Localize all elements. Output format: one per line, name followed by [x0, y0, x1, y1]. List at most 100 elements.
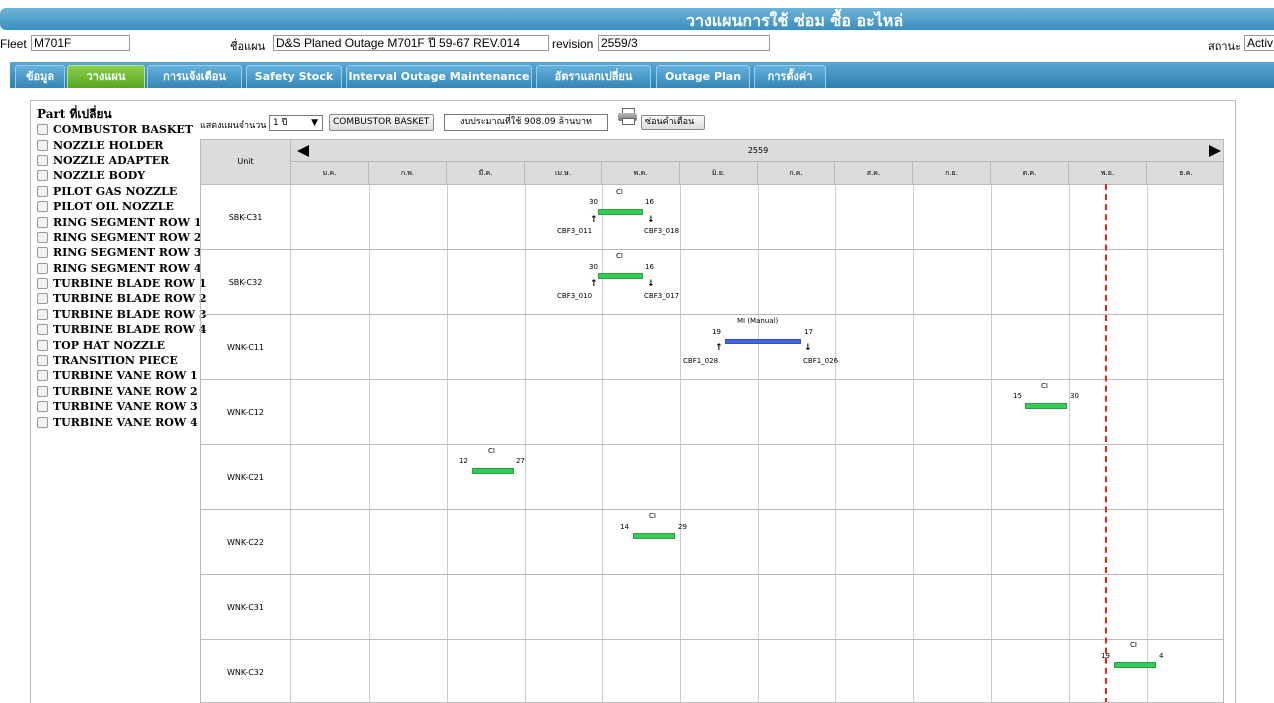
revision-field[interactable] [598, 35, 770, 51]
part-item[interactable]: RING SEGMENT ROW 2 [37, 230, 201, 245]
checkbox[interactable] [37, 154, 48, 166]
part-item[interactable]: RING SEGMENT ROW 3 [37, 245, 201, 260]
part-item[interactable]: NOZZLE ADAPTER [37, 153, 197, 168]
status-field[interactable] [1244, 35, 1274, 51]
part-item[interactable]: NOZZLE BODY [37, 168, 197, 183]
next-arrow-icon[interactable] [1209, 145, 1221, 157]
part-item[interactable]: TURBINE BLADE ROW 2 [37, 291, 207, 306]
row-divider [201, 249, 1223, 250]
years-select[interactable]: 1 ปี ▼ [269, 115, 323, 131]
unit-label: WNK-C31 [227, 603, 264, 612]
checkbox[interactable] [37, 324, 48, 336]
checkbox[interactable] [37, 170, 48, 182]
checkbox[interactable] [37, 308, 48, 320]
tab-safety-stock[interactable]: Safety Stock [246, 65, 342, 88]
year-header: 2559 [291, 140, 1223, 162]
event-start-day: 30 [589, 263, 598, 271]
event-bar[interactable] [1114, 662, 1156, 668]
year-label: 2559 [747, 146, 769, 155]
checkbox[interactable] [37, 231, 48, 243]
checkbox[interactable] [37, 416, 48, 428]
prev-arrow-icon[interactable] [297, 145, 309, 157]
unit-column-header: Unit [201, 140, 291, 184]
part-item[interactable]: TURBINE VANE ROW 3 [37, 399, 198, 414]
unit-label: WNK-C12 [227, 408, 264, 417]
part-item[interactable]: TOP HAT NOZZLE [37, 337, 197, 352]
event-bar[interactable] [472, 468, 514, 474]
event-end-day: 17 [804, 328, 813, 336]
part-item[interactable]: PILOT OIL NOZZLE [37, 199, 197, 214]
hide-alerts-button[interactable]: ซ่อนคำเตือน [641, 115, 705, 130]
unit-label: WNK-C11 [227, 343, 264, 352]
month-header: พ.ค. [602, 162, 680, 184]
checkbox[interactable] [37, 401, 48, 413]
checkbox[interactable] [37, 293, 48, 305]
checkbox[interactable] [37, 339, 48, 351]
plan-name-field[interactable] [273, 35, 549, 51]
checkbox[interactable] [37, 139, 48, 151]
part-item[interactable]: NOZZLE HOLDER [37, 137, 197, 152]
checkbox[interactable] [37, 216, 48, 228]
checkbox[interactable] [37, 262, 48, 274]
part-item[interactable]: TURBINE VANE ROW 4 [37, 414, 198, 429]
fleet-label: Fleet [0, 37, 27, 51]
month-header: ต.ค. [991, 162, 1069, 184]
event-bar[interactable] [1025, 403, 1067, 409]
page-title: วางแผนการใช้ ซ่อม ซื้อ อะไหล่ [686, 11, 904, 30]
part-item[interactable]: RING SEGMENT ROW 4 [37, 261, 201, 276]
printer-icon[interactable] [618, 108, 638, 125]
event-type-label: CI [649, 512, 656, 520]
event-bar[interactable] [725, 339, 801, 344]
part-out-label: CBF3_011 [557, 227, 593, 235]
row-divider [201, 184, 1223, 185]
unit-label: WNK-C22 [227, 538, 264, 547]
checkbox[interactable] [37, 385, 48, 397]
checkbox[interactable] [37, 278, 48, 290]
checkbox[interactable] [37, 355, 48, 367]
show-years-label: แสดงแผนจำนวน [200, 121, 267, 131]
part-item[interactable]: TURBINE VANE ROW 1 [37, 368, 198, 383]
part-select-button[interactable]: COMBUSTOR BASKET [329, 114, 434, 131]
tab-interval-outage[interactable]: Interval Outage Maintenance [346, 65, 532, 88]
month-header: ก.พ. [369, 162, 447, 184]
part-item[interactable]: TURBINE BLADE ROW 3 [37, 307, 207, 322]
arrow-down-icon: ↓ [804, 343, 812, 353]
row-divider [201, 639, 1223, 640]
checkbox[interactable] [37, 185, 48, 197]
tab-outage-plan[interactable]: Outage Plan [656, 65, 750, 88]
part-item[interactable]: RING SEGMENT ROW 1 [37, 214, 201, 229]
part-in-label: CBF3_017 [644, 292, 680, 300]
part-item[interactable]: PILOT GAS NOZZLE [37, 184, 197, 199]
tab-settings[interactable]: การตั้งค่า [754, 65, 826, 88]
event-bar[interactable] [598, 273, 643, 279]
unit-label: SBK-C32 [228, 278, 263, 287]
event-bar[interactable] [598, 209, 643, 215]
tab-exchange-rate[interactable]: อัตราแลกเปลี่ยน [536, 65, 651, 88]
parts-sidebar: Part ที่เปลี่ยน COMBUSTOR BASKET NOZZLE … [37, 105, 207, 430]
tab-bar: ข้อมูล วางแผน การแจ้งเตือน Safety Stock … [10, 62, 1274, 88]
part-item[interactable]: COMBUSTOR BASKET [37, 122, 197, 137]
part-item[interactable]: TURBINE BLADE ROW 1 [37, 276, 207, 291]
part-item[interactable]: TURBINE VANE ROW 2 [37, 384, 198, 399]
event-type-label: MI (Manual) [737, 317, 779, 325]
part-item[interactable]: TRANSITION PIECE [37, 353, 197, 368]
event-start-day: 30 [589, 198, 598, 206]
checkbox[interactable] [37, 370, 48, 382]
month-header: ส.ค. [835, 162, 913, 184]
checkbox[interactable] [37, 124, 48, 136]
month-header: ม.ค. [291, 162, 369, 184]
event-start-day: 19 [712, 328, 721, 336]
event-type-label: CI [1041, 382, 1048, 390]
event-bar[interactable] [633, 533, 675, 539]
checkbox[interactable] [37, 247, 48, 259]
tab-planning[interactable]: วางแผน [67, 65, 145, 88]
tab-info[interactable]: ข้อมูล [15, 65, 65, 88]
part-item[interactable]: TURBINE BLADE ROW 4 [37, 322, 207, 337]
fleet-field[interactable] [31, 35, 130, 51]
tab-alerts[interactable]: การแจ้งเตือน [147, 65, 242, 88]
event-type-label: CI [1130, 641, 1137, 649]
month-header: ก.ค. [758, 162, 835, 184]
checkbox[interactable] [37, 201, 48, 213]
budget-display: งบประมาณที่ใช้ 908.09 ล้านบาท [444, 114, 608, 131]
plan-info-bar: Fleet ชื่อแผน revision สถานะ [0, 34, 1274, 54]
